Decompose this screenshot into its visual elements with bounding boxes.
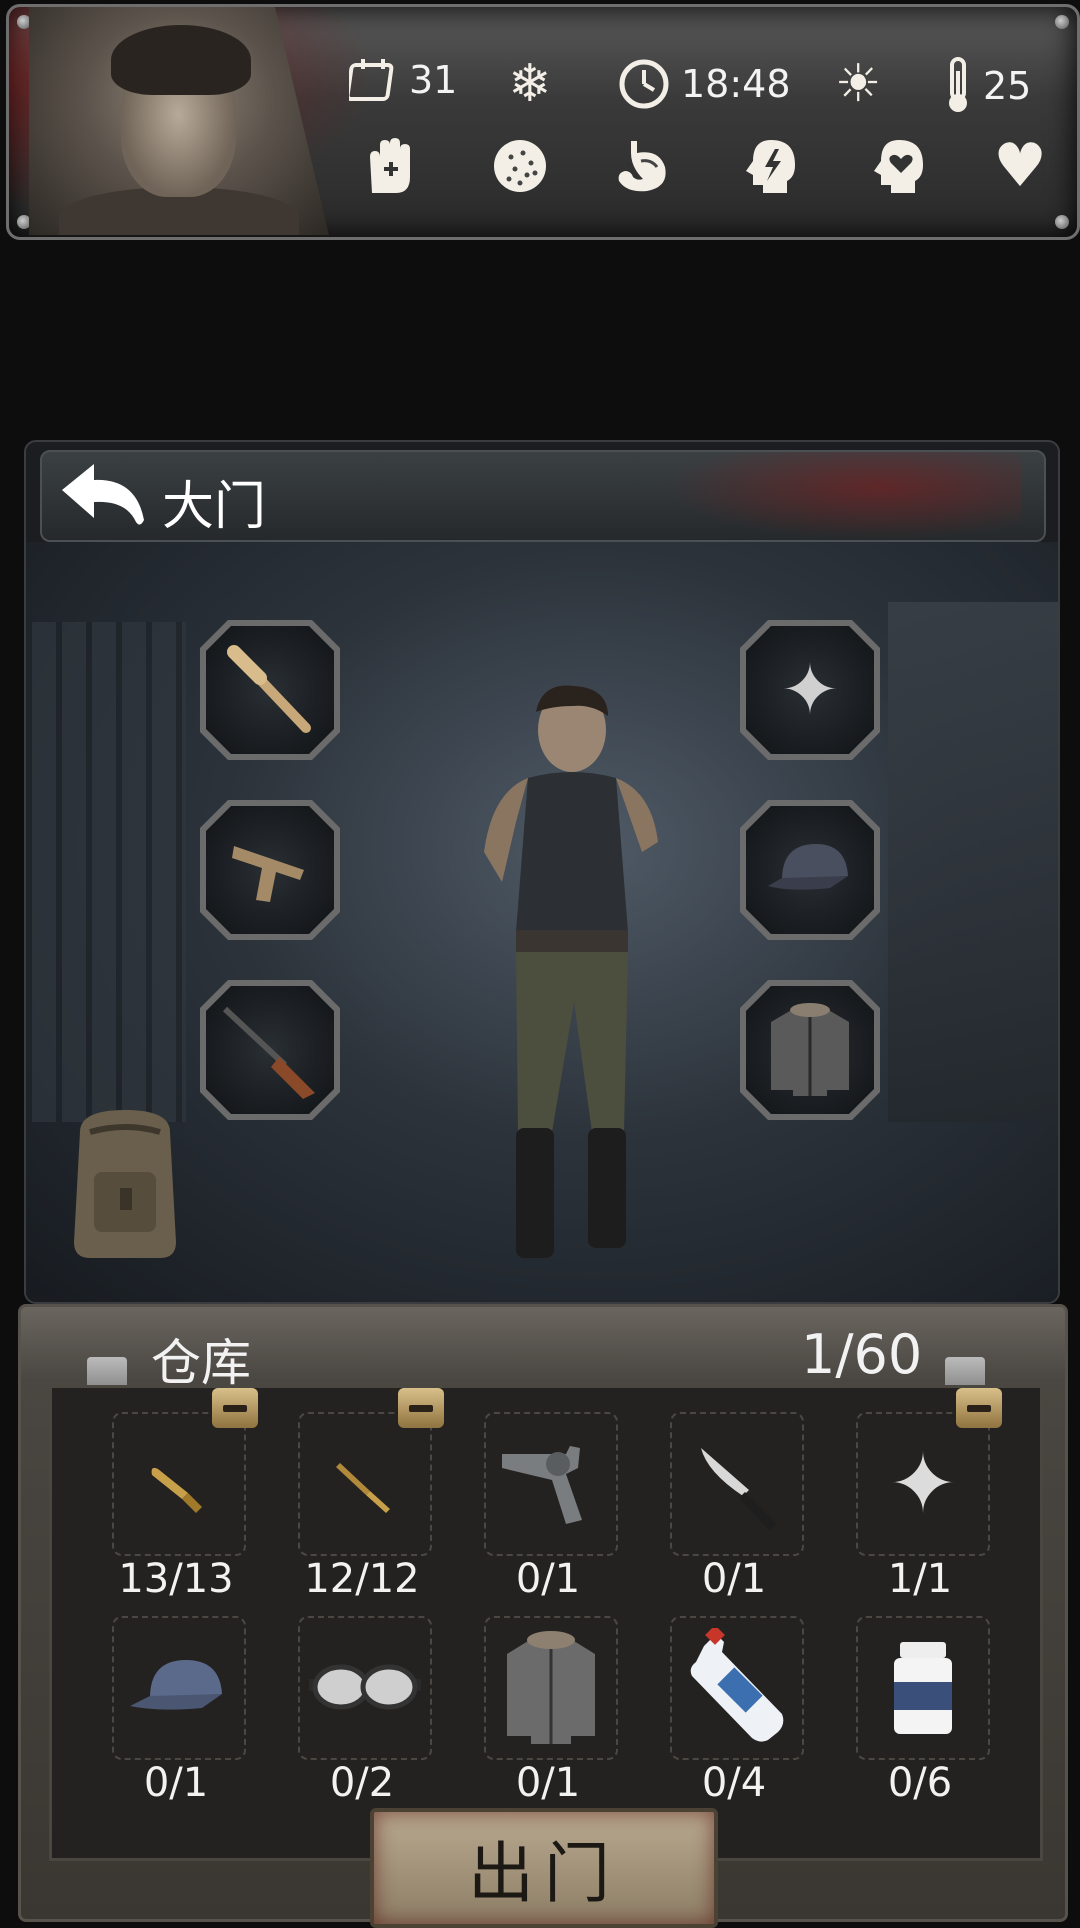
back-arrow-icon[interactable] [54,460,154,532]
equip-slot-body[interactable] [740,980,880,1120]
equip-slot-pistol[interactable] [200,800,340,940]
item-count: 0/1 [143,1760,209,1806]
thermometer-icon [943,57,973,115]
item-count: 0/4 [701,1760,767,1806]
equip-slot-melee[interactable] [200,620,340,760]
item-count: 13/13 [118,1556,234,1602]
bottle-icon [690,1628,784,1742]
location-title: 大门 [162,477,267,537]
temperature-value: 25 [983,64,1032,108]
unequip-button[interactable] [398,1388,444,1428]
item-count: 0/6 [887,1760,953,1806]
snowflake-icon: ❄ [508,54,552,114]
cap-icon [130,1660,222,1710]
temperature-display: 25 [943,57,1031,115]
unequip-button[interactable] [956,1388,1002,1428]
inventory-grid: 13/13 12/12 0/1 0/1 ✦ 1/1 0/1 0/2 0/1 0/… [49,1385,1043,1861]
rifle-icon [222,1006,315,1099]
go-out-button[interactable]: 出门 [370,1808,718,1928]
cap-icon [768,844,848,890]
heart-icon[interactable]: ♥ [991,136,1049,196]
clock-icon [617,57,671,111]
character-scene: ✦ [26,542,1058,1302]
inventory-slot-shuriken[interactable]: ✦ 1/1 [846,1388,1002,1602]
inventory-slot-goggles[interactable]: 0/2 [288,1610,436,1806]
shuriken-icon: ✦ [888,1436,958,1532]
pill-bottle-icon [894,1642,952,1734]
mood-head-icon[interactable] [869,137,927,195]
backpack-icon[interactable] [50,1102,200,1262]
unequip-button[interactable] [212,1388,258,1428]
day-counter: 31 [349,57,457,103]
goggles-icon [309,1664,421,1710]
inventory-slot-pill-bottle[interactable]: 0/6 [846,1610,994,1806]
player-character [432,682,712,1282]
pistol-icon [232,846,304,902]
stomach-icon[interactable] [613,137,671,195]
inventory-slot-cap[interactable]: 0/1 [102,1610,250,1806]
item-count: 0/1 [701,1556,767,1602]
item-count: 0/1 [515,1556,581,1602]
energy-head-icon[interactable] [741,137,799,195]
jacket-icon [507,1631,595,1744]
inventory-slot-winter-jacket[interactable]: 0/1 [474,1610,622,1806]
shuriken-icon: ✦ [780,649,840,731]
knife-icon [701,1448,777,1530]
inventory-slot-alcohol-bottle[interactable]: 0/4 [660,1610,808,1806]
inventory-slot-revolver[interactable]: 0/1 [474,1406,622,1602]
item-count: 1/1 [887,1556,953,1602]
virus-icon[interactable] [491,137,549,195]
item-count: 0/1 [515,1760,581,1806]
hand-icon[interactable] [361,137,419,195]
sun-icon: ☀ [834,54,882,114]
equip-slot-rifle[interactable] [200,980,340,1120]
warehouse-capacity: 1/60 [801,1323,923,1386]
equip-slot-head[interactable] [740,800,880,940]
equip-slot-throwable[interactable]: ✦ [740,620,880,760]
location-panel: 大门 ✦ [24,440,1060,1304]
calendar-icon [349,57,399,103]
day-value: 31 [409,58,458,102]
jacket-icon [771,1003,849,1096]
clock-display: 18:48 [617,57,791,111]
baseball-bat-icon [227,645,311,733]
bullet-icon [151,1467,202,1513]
inventory-slot-pistol-ammo[interactable]: 13/13 [102,1388,258,1602]
status-hud: 31 ❄ 18:48 ☀ 25 ♥ [6,4,1080,240]
time-value: 18:48 [681,62,791,106]
inventory-slot-rifle-ammo[interactable]: 12/12 [288,1388,444,1602]
revolver-icon [502,1446,582,1524]
item-count: 0/2 [329,1760,395,1806]
rifle-bullet-icon [336,1463,390,1513]
location-header: 大门 [40,450,1046,542]
inventory-slot-knife[interactable]: 0/1 [660,1406,808,1602]
item-count: 12/12 [304,1556,420,1602]
